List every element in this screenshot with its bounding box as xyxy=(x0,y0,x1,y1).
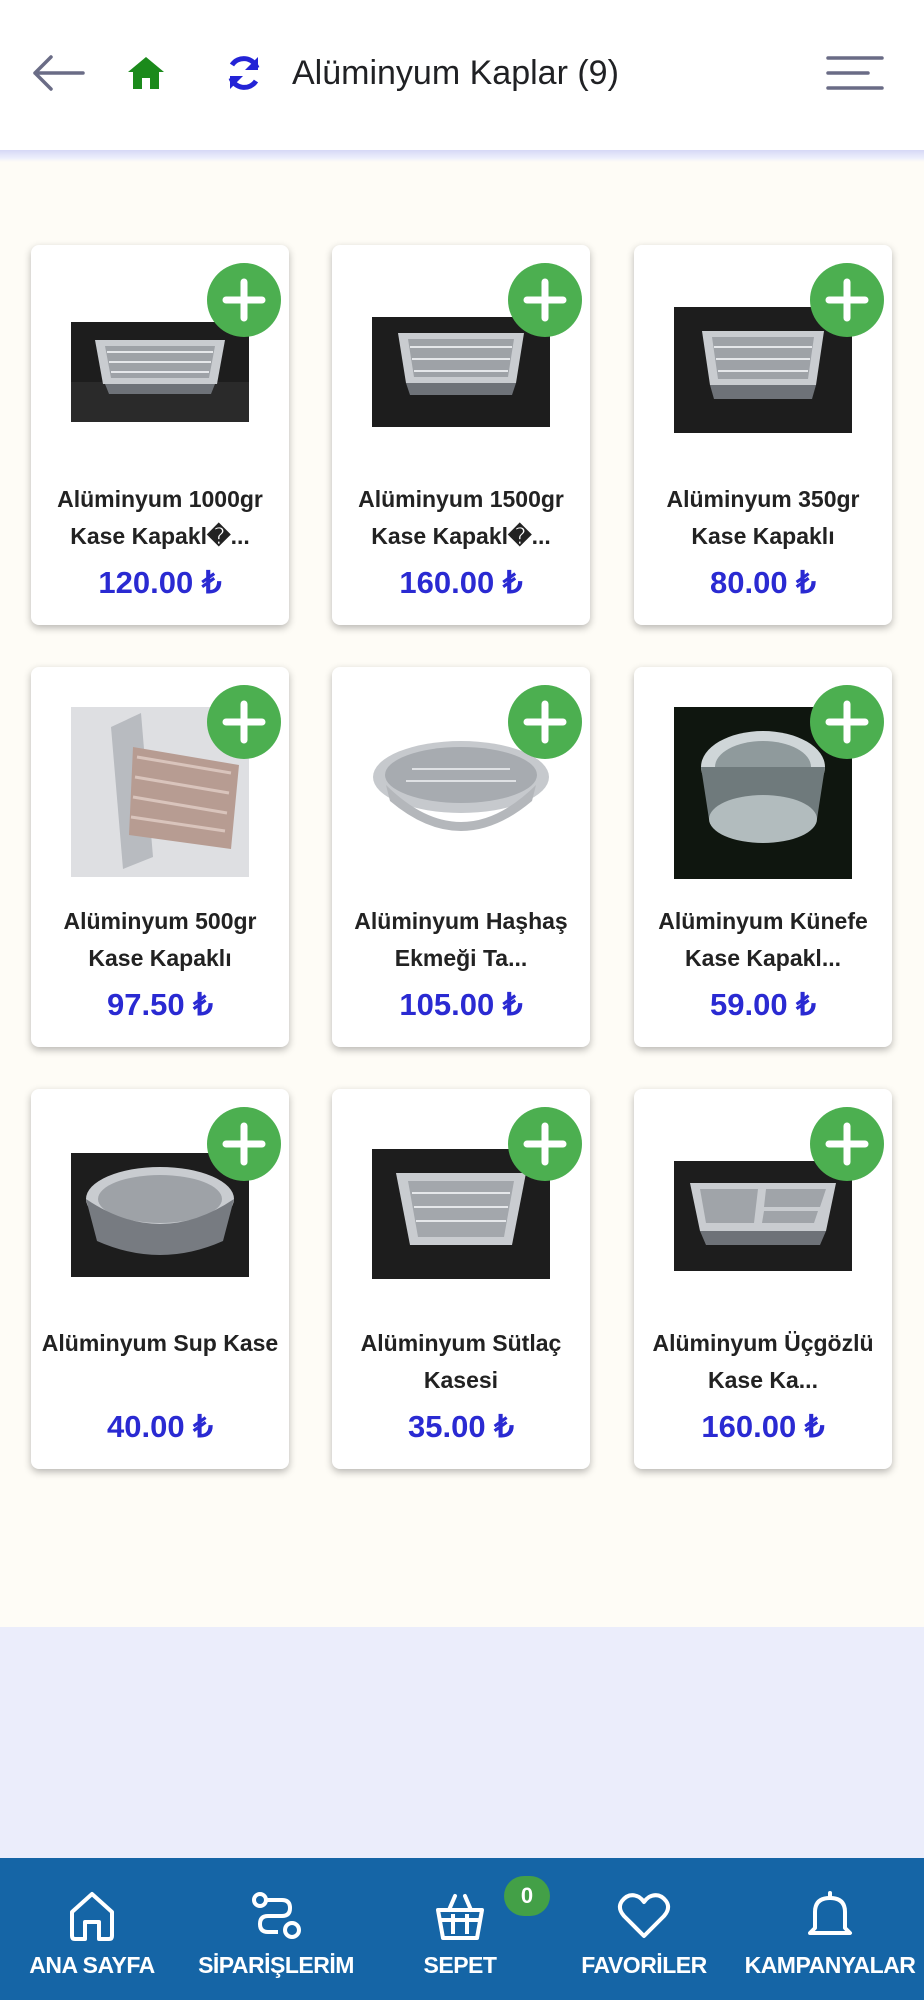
add-to-cart-button[interactable] xyxy=(207,263,281,337)
add-to-cart-button[interactable] xyxy=(508,1107,582,1181)
add-to-cart-button[interactable] xyxy=(207,685,281,759)
cart-count-badge: 0 xyxy=(504,1876,550,1916)
nav-item-kampanyalar[interactable]: KAMPANYALAR xyxy=(736,1858,924,2000)
page-title: Alüminyum Kaplar (9) xyxy=(292,54,619,92)
nav-item-ana-sayfa[interactable]: ANA SAYFA xyxy=(0,1858,184,2000)
home-icon[interactable] xyxy=(120,50,172,96)
add-to-cart-button[interactable] xyxy=(810,685,884,759)
product-card[interactable]: Alüminyum 1500gr Kase Kapakl�... 160.00 … xyxy=(332,245,590,625)
nav-item-siparislerim[interactable]: SİPARİŞLERİM xyxy=(184,1858,368,2000)
product-image xyxy=(372,317,550,427)
product-card[interactable]: Alüminyum 1000gr Kase Kapakl�... 120.00 … xyxy=(31,245,289,625)
product-card[interactable]: Alüminyum Haşhaş Ekmeği Ta... 105.00 ₺ xyxy=(332,667,590,1047)
bottom-navigation: ANA SAYFA SİPARİŞLERİM SEPET FAVORİLER K… xyxy=(0,1858,924,2000)
product-price: 160.00 ₺ xyxy=(701,1409,825,1444)
add-to-cart-button[interactable] xyxy=(207,1107,281,1181)
add-to-cart-button[interactable] xyxy=(810,263,884,337)
add-to-cart-button[interactable] xyxy=(810,1107,884,1181)
heart-icon xyxy=(614,1886,674,1946)
add-to-cart-button[interactable] xyxy=(508,263,582,337)
nav-label: FAVORİLER xyxy=(581,1952,707,1978)
product-price: 35.00 ₺ xyxy=(408,1409,514,1444)
route-icon xyxy=(246,1886,306,1946)
refresh-icon[interactable] xyxy=(218,48,270,98)
menu-icon[interactable] xyxy=(822,50,888,96)
product-price: 120.00 ₺ xyxy=(98,565,222,600)
product-price: 80.00 ₺ xyxy=(710,565,816,600)
app-header: Alüminyum Kaplar (9) xyxy=(0,0,924,150)
product-price: 97.50 ₺ xyxy=(107,987,213,1022)
bell-icon xyxy=(800,1886,860,1946)
nav-label: SİPARİŞLERİM xyxy=(198,1952,354,1978)
product-image xyxy=(674,1161,852,1271)
header-divider xyxy=(0,150,924,162)
basket-icon xyxy=(430,1886,490,1946)
home-outline-icon xyxy=(62,1886,122,1946)
product-card[interactable]: Alüminyum 500gr Kase Kapaklı 97.50 ₺ xyxy=(31,667,289,1047)
product-card[interactable]: Alüminyum Sup Kase 40.00 ₺ xyxy=(31,1089,289,1469)
product-card[interactable]: Alüminyum Künefe Kase Kapakl... 59.00 ₺ xyxy=(634,667,892,1047)
product-price: 105.00 ₺ xyxy=(399,987,523,1022)
add-to-cart-button[interactable] xyxy=(508,685,582,759)
product-price: 59.00 ₺ xyxy=(710,987,816,1022)
nav-label: ANA SAYFA xyxy=(29,1952,155,1978)
nav-item-favoriler[interactable]: FAVORİLER xyxy=(552,1858,736,2000)
back-arrow-icon[interactable] xyxy=(28,50,90,96)
product-card[interactable]: Alüminyum 350gr Kase Kapaklı 80.00 ₺ xyxy=(634,245,892,625)
product-card[interactable]: Alüminyum Üçgözlü Kase Ka... 160.00 ₺ xyxy=(634,1089,892,1469)
product-price: 160.00 ₺ xyxy=(399,565,523,600)
nav-label: SEPET xyxy=(423,1952,497,1978)
product-image xyxy=(71,322,249,422)
nav-label: KAMPANYALAR xyxy=(744,1952,916,1978)
product-price: 40.00 ₺ xyxy=(107,1409,213,1444)
product-card[interactable]: Alüminyum Sütlaç Kasesi 35.00 ₺ xyxy=(332,1089,590,1469)
